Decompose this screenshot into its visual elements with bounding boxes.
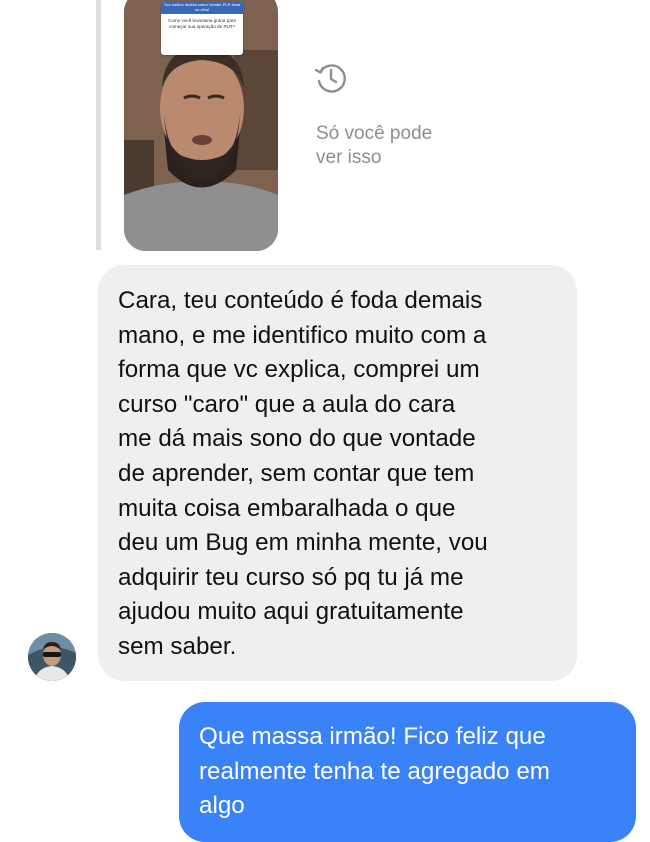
sticker-header: Tua melhor dúvida sobre Vender PLR fosta…: [161, 1, 243, 14]
question-sticker: Tua melhor dúvida sobre Vender PLR fosta…: [161, 1, 243, 55]
history-icon: [314, 64, 346, 93]
sticker-question: Como você levantaria grana para começar …: [168, 18, 236, 29]
incoming-message[interactable]: Cara, teu conteúdo é foda demais mano, e…: [98, 265, 577, 681]
outgoing-message[interactable]: Que massa irmão! Fico feliz que realment…: [179, 702, 636, 842]
story-preview[interactable]: Tua melhor dúvida sobre Vender PLR fosta…: [124, 0, 278, 251]
avatar[interactable]: [28, 633, 76, 681]
visibility-note: Só você pode ver isso: [316, 123, 433, 168]
story-reply-indicator: [96, 0, 101, 250]
avatar-photo: [28, 633, 76, 681]
